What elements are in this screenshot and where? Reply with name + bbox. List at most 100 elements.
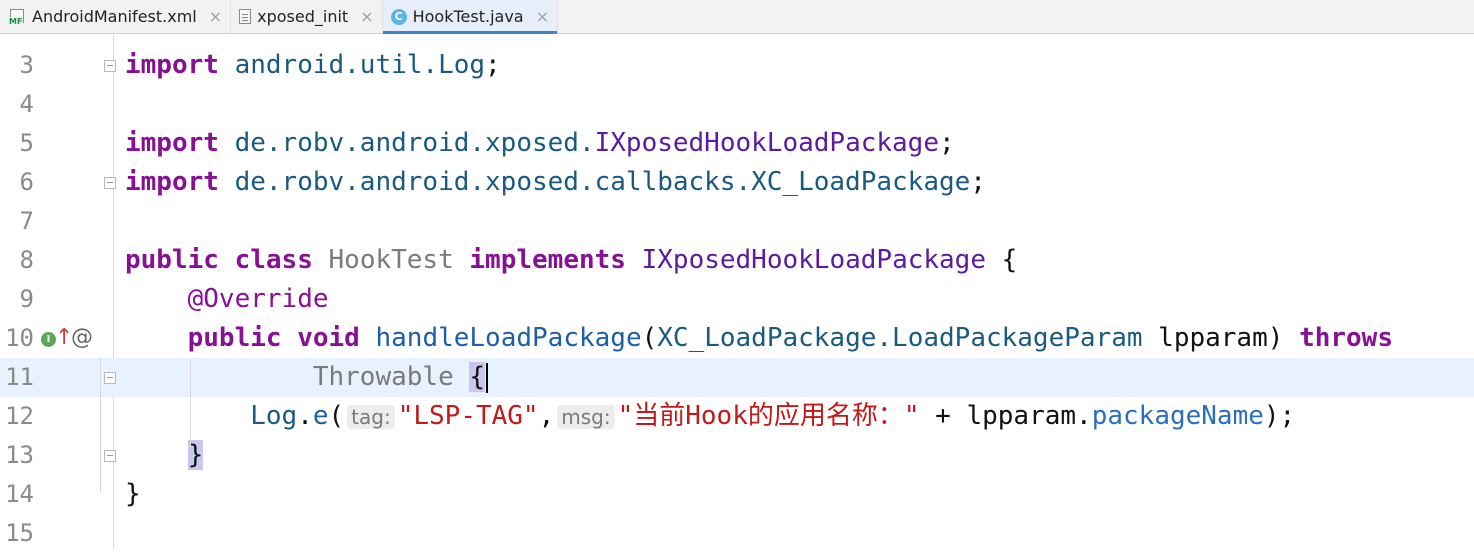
code-token: IXposedHookLoadPackage <box>641 245 986 275</box>
code-text: } <box>125 475 141 514</box>
line-number: 8 <box>19 246 34 274</box>
tab-androidmanifest-xml[interactable]: MF AndroidManifest.xml × <box>0 0 232 33</box>
implements-method-icon[interactable]: I <box>41 332 56 347</box>
line-number: 11 <box>5 363 34 391</box>
code-line[interactable]: 6 import de.robv.android.xposed.callbacks… <box>0 163 1474 202</box>
code-token: @Override <box>187 284 329 314</box>
indent-guide <box>190 360 191 448</box>
editor-tab-bar: MF AndroidManifest.xml × xposed_init × C HookT… <box>0 0 1474 34</box>
line-number: 14 <box>5 480 34 508</box>
tab-label: AndroidManifest.xml <box>32 7 197 26</box>
code-token: e <box>312 401 329 431</box>
code-token: , <box>538 401 555 431</box>
code-text: import de.robv.android.xposed.callbacks.… <box>125 163 986 202</box>
line-number: 12 <box>5 402 34 430</box>
code-line[interactable]: 9 @Override <box>0 280 1474 319</box>
code-token: } <box>125 479 141 509</box>
code-token: ( <box>641 323 658 353</box>
code-token: android.util.Log <box>234 50 486 80</box>
code-line[interactable]: 11 Throwable { <box>0 358 1474 397</box>
tab-hooktest-java[interactable]: C HookTest.java × <box>382 0 559 34</box>
annotation-icon[interactable]: @ <box>71 324 93 352</box>
line-number: 5 <box>19 129 34 157</box>
code-line[interactable]: 3 import android.util.Log; <box>0 46 1474 85</box>
code-text: public void handleLoadPackage(XC_LoadPac… <box>125 319 1393 358</box>
line-number: 13 <box>5 441 34 469</box>
parameter-hint: tag: <box>347 405 395 429</box>
code-text: import android.util.Log; <box>125 46 501 85</box>
code-editor[interactable]: 3 import android.util.Log; 4 5 import de.rob… <box>0 35 1474 548</box>
code-line[interactable]: 4 <box>0 85 1474 124</box>
code-token: "LSP-TAG" <box>397 401 539 431</box>
tab-label: HookTest.java <box>412 7 524 26</box>
code-text: Log.e(tag: "LSP-TAG", msg: "当前Hook的应用名称：" +… <box>125 397 1295 437</box>
code-token: ( <box>328 401 345 431</box>
code-line[interactable]: 7 <box>0 202 1474 241</box>
code-token: implements <box>469 245 626 275</box>
line-number: 4 <box>19 90 34 118</box>
code-line[interactable]: 8 public class HookTest implements IXpose… <box>0 241 1474 280</box>
fold-marker-icon[interactable] <box>104 450 116 462</box>
tab-label: xposed_init <box>257 7 349 26</box>
code-token: ; <box>938 128 955 158</box>
parameter-hint: msg: <box>557 405 615 429</box>
fold-marker-icon[interactable] <box>104 177 116 189</box>
code-line[interactable]: 10 public void handleLoadPackage(XC_Load… <box>0 319 1474 358</box>
code-token: { <box>985 245 1018 275</box>
code-line[interactable]: 13 } <box>0 436 1474 475</box>
line-number: 6 <box>19 168 34 196</box>
fold-marker-icon[interactable] <box>104 372 116 384</box>
code-token: de.robv.android.xposed.callbacks.XC_Load… <box>234 167 971 197</box>
code-token: ; <box>970 167 986 197</box>
code-token: "当前Hook的应用名称：" <box>617 401 920 431</box>
code-token: class <box>234 245 313 275</box>
code-text: import de.robv.android.xposed.IXposedHoo… <box>125 124 955 163</box>
code-text: Throwable { <box>125 358 489 397</box>
text-caret <box>486 362 489 393</box>
line-number: 10 <box>5 324 34 352</box>
close-tab-icon[interactable]: × <box>360 7 373 26</box>
code-token: Throwable <box>312 362 454 392</box>
code-token: import <box>125 128 219 158</box>
code-token: throws <box>1299 323 1393 353</box>
code-token: import <box>125 167 219 197</box>
code-token: import <box>125 50 219 80</box>
line-number: 9 <box>19 285 34 313</box>
fold-marker-icon[interactable] <box>104 60 116 72</box>
close-tab-icon[interactable]: × <box>536 7 549 26</box>
code-line[interactable]: 15 <box>0 514 1474 553</box>
code-token: packageName <box>1091 401 1264 431</box>
line-number: 3 <box>19 51 34 79</box>
code-token: XC_LoadPackage.LoadPackageParam <box>657 323 1143 353</box>
code-text: @Override <box>125 280 329 319</box>
scope-guide <box>100 358 101 493</box>
line-number: 15 <box>5 519 34 547</box>
code-token: lpparam) <box>1142 323 1300 353</box>
close-tab-icon[interactable]: × <box>209 7 222 26</box>
code-line[interactable]: 5 import de.robv.android.xposed.IXposedHo… <box>0 124 1474 163</box>
code-line[interactable]: 14} <box>0 475 1474 514</box>
code-token: Log <box>250 401 298 431</box>
code-token: + lpparam. <box>919 401 1092 431</box>
code-token: . <box>297 401 313 431</box>
code-token: ; <box>485 50 501 80</box>
code-token: public <box>125 245 219 275</box>
java-class-icon: C <box>390 8 407 25</box>
tab-xposed-init[interactable]: xposed_init × <box>231 0 383 33</box>
line-number: 7 <box>19 207 34 235</box>
code-token: IXposedHookLoadPackage <box>594 128 939 158</box>
code-line[interactable]: 12 Log.e(tag: "LSP-TAG", msg: "当前Hook的应用名称：… <box>0 397 1474 436</box>
code-text: } <box>125 436 204 475</box>
